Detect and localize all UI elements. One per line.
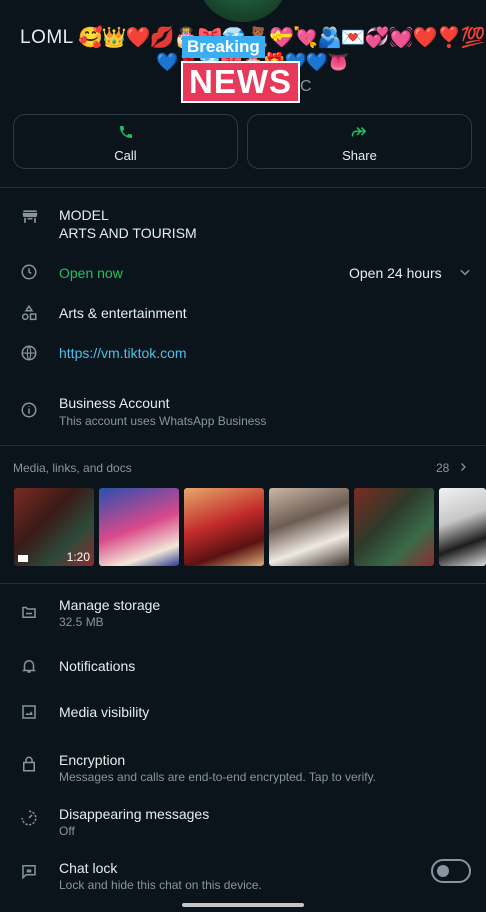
- chevron-right-icon[interactable]: [457, 460, 469, 479]
- media-thumbnail[interactable]: [269, 488, 349, 566]
- profile-avatar[interactable]: [199, 0, 287, 22]
- category-shapes-icon: [20, 304, 40, 324]
- contact-name: LOML: [20, 27, 74, 48]
- media-thumbnail[interactable]: [439, 488, 486, 566]
- chat-lock-subtitle: Lock and hide this chat on this device.: [59, 878, 262, 892]
- media-count[interactable]: 28: [436, 461, 449, 475]
- timer-icon: [20, 809, 40, 829]
- video-duration: 1:20: [66, 550, 90, 564]
- disappearing-messages-title[interactable]: Disappearing messages: [59, 806, 209, 822]
- media-thumbnail[interactable]: [184, 488, 264, 566]
- video-camera-icon: [18, 555, 28, 562]
- chat-lock-title[interactable]: Chat lock: [59, 860, 117, 876]
- business-category-line1: MODEL: [59, 207, 109, 223]
- media-thumbnail[interactable]: 1:20: [14, 488, 94, 566]
- image-icon: [20, 703, 40, 723]
- storage-icon: [20, 603, 40, 623]
- encryption-title[interactable]: Encryption: [59, 752, 125, 768]
- encryption-subtitle: Messages and calls are end-to-end encryp…: [59, 770, 377, 784]
- business-hours[interactable]: Open 24 hours: [349, 265, 442, 281]
- section-divider: [0, 187, 486, 188]
- phone-icon: [14, 124, 237, 145]
- notifications-title[interactable]: Notifications: [59, 658, 135, 674]
- section-divider: [0, 445, 486, 446]
- website-link[interactable]: https://vm.tiktok.com: [59, 345, 187, 361]
- media-visibility-title[interactable]: Media visibility: [59, 704, 149, 720]
- business-account-subtitle: This account uses WhatsApp Business: [59, 414, 267, 428]
- business-category-line2: ARTS AND TOURISM: [59, 225, 197, 241]
- share-button[interactable]: Share: [247, 114, 472, 169]
- forward-icon: [248, 124, 471, 145]
- section-divider: [0, 583, 486, 584]
- media-section-header[interactable]: Media, links, and docs: [13, 461, 132, 475]
- chevron-down-icon[interactable]: [458, 265, 472, 282]
- globe-icon: [20, 344, 40, 364]
- chat-lock-icon: [20, 862, 40, 882]
- bell-icon: [20, 657, 40, 677]
- breaking-news-sticker-top: Breaking: [182, 36, 265, 58]
- info-icon: [20, 401, 40, 421]
- home-indicator[interactable]: [182, 903, 304, 907]
- contact-subtitle: C: [300, 78, 312, 95]
- business-category: Arts & entertainment: [59, 305, 187, 321]
- clock-icon: [20, 263, 40, 283]
- business-account-title[interactable]: Business Account: [59, 395, 170, 411]
- open-status: Open now: [59, 265, 123, 281]
- media-thumbnail[interactable]: [99, 488, 179, 566]
- share-label: Share: [342, 148, 377, 163]
- media-thumbnail[interactable]: [354, 488, 434, 566]
- lock-icon: [20, 755, 40, 775]
- contact-name-emojis: 🥰👑❤️💋🎂🎀💎🧸💝💘🫂💌💞💓❤️❣️💯: [78, 25, 485, 49]
- call-button[interactable]: Call: [13, 114, 238, 169]
- manage-storage-size: 32.5 MB: [59, 615, 104, 629]
- manage-storage-title[interactable]: Manage storage: [59, 597, 160, 613]
- breaking-news-sticker-main: NEWS: [181, 61, 300, 103]
- toggle-knob: [437, 865, 449, 877]
- disappearing-messages-status: Off: [59, 824, 75, 838]
- storefront-icon: [20, 207, 40, 227]
- chat-lock-toggle[interactable]: [431, 859, 471, 883]
- call-label: Call: [114, 148, 137, 163]
